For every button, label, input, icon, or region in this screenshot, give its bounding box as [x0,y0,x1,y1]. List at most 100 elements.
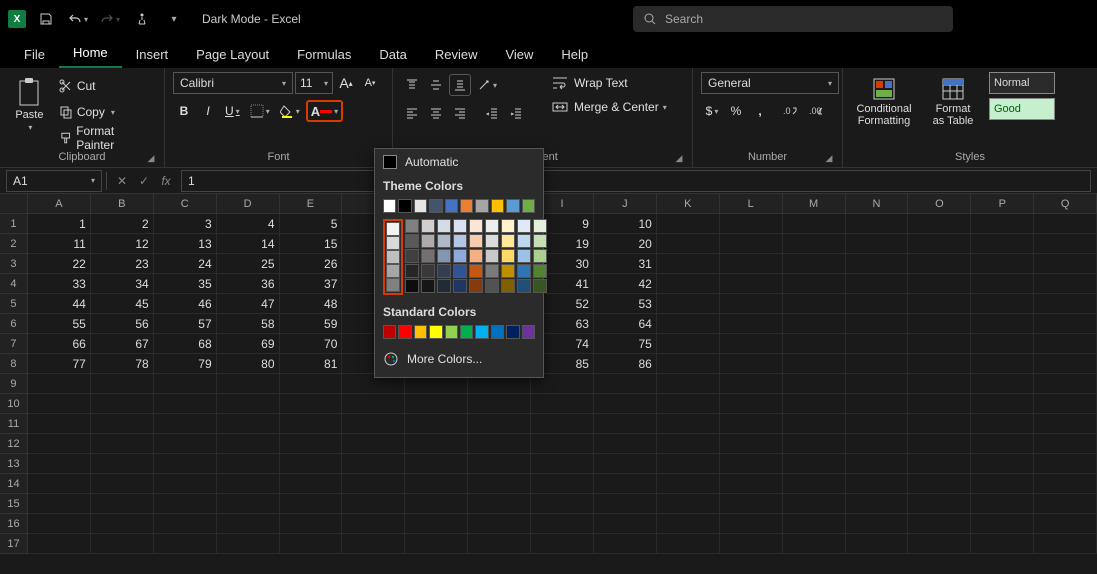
color-swatch[interactable] [460,199,473,213]
cell[interactable] [846,394,909,414]
cell[interactable] [594,434,657,454]
cell[interactable] [28,414,91,434]
cell[interactable] [405,454,468,474]
cell[interactable] [783,214,846,234]
cell[interactable] [908,374,971,394]
cell[interactable] [846,214,909,234]
cell[interactable] [468,514,531,534]
more-colors-button[interactable]: More Colors... [375,345,543,373]
cell[interactable] [154,494,217,514]
cell[interactable] [594,514,657,534]
cell[interactable] [720,354,783,374]
cell[interactable] [531,534,594,554]
cell[interactable] [720,434,783,454]
cell[interactable] [971,214,1034,234]
cell[interactable] [1034,414,1097,434]
cell[interactable]: 46 [154,294,217,314]
cell[interactable] [1034,334,1097,354]
search-box[interactable]: Search [633,6,953,32]
cell[interactable] [594,534,657,554]
align-right-button[interactable] [449,102,471,124]
cell[interactable]: 5 [280,214,343,234]
color-swatch[interactable] [383,199,396,213]
number-launcher[interactable]: ◢ [824,153,834,163]
cell[interactable] [846,354,909,374]
cell[interactable] [971,254,1034,274]
tab-insert[interactable]: Insert [122,41,183,68]
cell[interactable] [846,274,909,294]
borders-button[interactable]: ▾ [246,100,274,122]
cell[interactable] [1034,354,1097,374]
cell[interactable] [908,274,971,294]
cut-button[interactable]: Cut [55,74,156,98]
color-swatch[interactable] [405,279,419,293]
cell[interactable] [657,414,720,434]
align-center-button[interactable] [425,102,447,124]
decrease-decimal-button[interactable]: .00 [805,100,829,122]
color-swatch[interactable] [405,219,419,233]
cell[interactable] [28,434,91,454]
cell[interactable] [1034,374,1097,394]
cell[interactable] [531,394,594,414]
color-swatch[interactable] [522,199,535,213]
cell[interactable]: 48 [280,294,343,314]
color-swatch[interactable] [429,325,442,339]
name-box[interactable]: A1▾ [6,170,102,192]
cell[interactable] [657,534,720,554]
cell[interactable] [531,414,594,434]
cell[interactable] [783,294,846,314]
cell[interactable]: 70 [280,334,343,354]
cell[interactable]: 34 [91,274,154,294]
cell[interactable] [720,414,783,434]
color-swatch[interactable] [533,234,547,248]
color-swatch[interactable] [405,234,419,248]
cell[interactable] [971,294,1034,314]
cell[interactable] [720,294,783,314]
cell[interactable] [720,474,783,494]
cell[interactable] [1034,314,1097,334]
column-header[interactable]: D [217,194,280,214]
cell[interactable] [908,214,971,234]
cell[interactable] [657,514,720,534]
row-header[interactable]: 3 [0,254,28,274]
color-swatch[interactable] [475,325,488,339]
cell[interactable] [971,234,1034,254]
cell[interactable]: 10 [594,214,657,234]
fill-color-button[interactable]: ▾ [276,100,304,122]
color-swatch[interactable] [398,325,411,339]
cell[interactable] [154,534,217,554]
cell[interactable] [657,334,720,354]
tab-view[interactable]: View [491,41,547,68]
cell[interactable] [846,534,909,554]
color-swatch[interactable] [437,279,451,293]
cell[interactable] [720,534,783,554]
cell[interactable] [217,514,280,534]
cell[interactable] [594,394,657,414]
tab-file[interactable]: File [10,41,59,68]
cell[interactable] [846,314,909,334]
cell[interactable] [846,414,909,434]
tab-review[interactable]: Review [421,41,492,68]
cell[interactable] [217,374,280,394]
cell[interactable] [846,514,909,534]
column-header[interactable]: B [91,194,154,214]
color-swatch[interactable] [453,234,467,248]
cell[interactable] [405,534,468,554]
color-swatch[interactable] [437,264,451,278]
paste-button[interactable]: Paste ▾ [8,72,51,144]
cell[interactable]: 79 [154,354,217,374]
cell[interactable] [908,394,971,414]
insert-function-button[interactable]: fx [155,170,177,192]
cell[interactable] [1034,434,1097,454]
cell[interactable] [154,514,217,534]
cell[interactable] [154,434,217,454]
cell[interactable]: 64 [594,314,657,334]
cell[interactable] [657,494,720,514]
color-swatch[interactable] [517,264,531,278]
cell[interactable] [280,474,343,494]
font-size-combo[interactable]: 11▾ [295,72,333,94]
color-swatch[interactable] [437,234,451,248]
row-header[interactable]: 8 [0,354,28,374]
cell[interactable] [720,494,783,514]
cancel-formula-button[interactable]: ✕ [111,170,133,192]
